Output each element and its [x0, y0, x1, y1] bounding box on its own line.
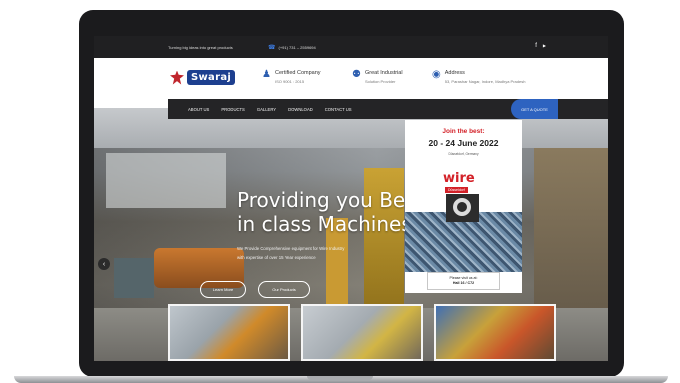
info-certified: ♟ Certified Company ISO 9001 : 2015	[262, 69, 321, 85]
promo-brand: wire	[443, 171, 475, 186]
hero-subtitle-line: with expertise of over 15 Year experienc…	[237, 255, 316, 260]
gallery-thumbnail[interactable]	[168, 304, 290, 361]
promo-date: 20 - 24 June 2022	[428, 138, 499, 148]
logo-text: Swaraj	[187, 70, 236, 85]
youtube-icon[interactable]: ▶	[543, 43, 546, 49]
info-industrial: ⚉ Great Industrial Solution Provider	[352, 69, 403, 85]
wire-logo-ring	[453, 198, 471, 216]
machine-block	[114, 258, 154, 298]
nav-item-download[interactable]: DOWNLOAD	[288, 107, 313, 112]
wire-fair-promo[interactable]: Join the best: 20 - 24 June 2022 Düsseld…	[405, 120, 522, 293]
slider-prev-button[interactable]: ‹	[98, 258, 110, 270]
laptop-mockup: Turning big ideas into great products ☎ …	[0, 0, 680, 383]
phone-contact[interactable]: ☎ (+91) 731 – 2559694	[268, 44, 316, 51]
factory-window	[106, 153, 226, 208]
info-title: Great Industrial	[364, 70, 403, 76]
our-products-button[interactable]: Our Products	[258, 281, 310, 298]
gallery-thumbnail[interactable]	[434, 304, 556, 361]
phone-number: (+91) 731 – 2559694	[278, 45, 316, 50]
trophy-icon: ⚉	[352, 69, 361, 80]
promo-city: Düsseldorf	[445, 187, 468, 193]
learn-more-button[interactable]: Learn More	[200, 281, 246, 298]
gallery-thumbnail[interactable]	[301, 304, 423, 361]
top-bar: Turning big ideas into great products ☎ …	[94, 36, 608, 58]
info-title: Address	[444, 70, 465, 76]
nav-item-about[interactable]: ABOUT US	[188, 107, 209, 112]
globe-icon: ◉	[432, 69, 441, 80]
hero-title-line: in class Machines	[237, 212, 412, 236]
hero-subtitle: We Provide Comprehensive equipment for W…	[237, 244, 412, 262]
info-sub: Solution Provider	[364, 79, 396, 84]
get-quote-button[interactable]: GET A QUOTE	[511, 99, 558, 119]
promo-visit: Please visit us at: Hall 16 / C72	[427, 272, 500, 290]
nav-item-contact[interactable]: CONTACT US	[325, 107, 352, 112]
star-icon	[170, 70, 184, 85]
site-header: Swaraj ♟ Certified Company ISO 9001 : 20…	[94, 58, 608, 98]
website-screen: Turning big ideas into great products ☎ …	[94, 36, 608, 361]
facebook-icon[interactable]: f	[535, 43, 537, 49]
info-sub: ISO 9001 : 2015	[274, 79, 305, 84]
site-logo[interactable]: Swaraj	[170, 70, 236, 85]
social-links: f ▶	[535, 43, 546, 49]
hero-title-line: Providing you Be	[237, 188, 406, 212]
hero-title: Providing you Be in class Machines	[237, 188, 412, 236]
info-sub: 53, Parashar Nagar, Indore, Madhya Prade…	[444, 79, 526, 84]
tagline: Turning big ideas into great products	[168, 45, 233, 50]
info-address: ◉ Address 53, Parashar Nagar, Indore, Ma…	[432, 69, 526, 85]
hero-subtitle-line: We Provide Comprehensive equipment for W…	[237, 246, 345, 251]
promo-heading: Join the best:	[442, 128, 485, 135]
info-title: Certified Company	[274, 70, 321, 76]
nav-item-gallery[interactable]: GALLERY	[257, 107, 276, 112]
laptop-notch	[307, 376, 373, 380]
promo-visit-hall: Hall 16 / C72	[452, 281, 475, 285]
phone-icon: ☎	[268, 45, 276, 51]
nav-item-products[interactable]: PRODUCTS	[221, 107, 245, 112]
person-icon: ♟	[262, 69, 271, 80]
promo-location: Düsseldorf, Germany	[448, 152, 479, 156]
